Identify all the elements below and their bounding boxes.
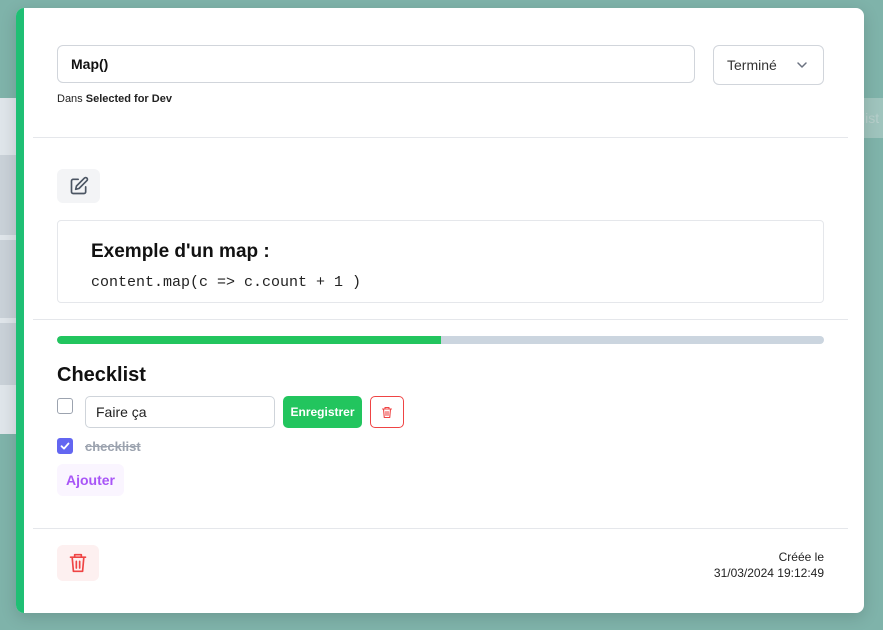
checklist-progress-bar bbox=[57, 336, 824, 344]
created-timestamp: 31/03/2024 19:12:49 bbox=[713, 566, 824, 580]
description-heading: Exemple d'un map : bbox=[91, 241, 270, 262]
modal-accent-bar bbox=[16, 8, 24, 613]
checklist-item-checkbox[interactable] bbox=[57, 398, 73, 414]
add-checklist-item-button[interactable]: Ajouter bbox=[57, 464, 124, 496]
edit-description-button[interactable] bbox=[57, 169, 100, 203]
trash-icon bbox=[381, 406, 393, 418]
description-code: content.map(c => c.count + 1 ) bbox=[91, 274, 362, 291]
status-select[interactable]: Terminé bbox=[713, 45, 824, 85]
checklist-item-label[interactable]: checklist bbox=[85, 439, 141, 454]
description-box: Exemple d'un map : content.map(c => c.co… bbox=[57, 220, 824, 303]
checkmark-icon bbox=[60, 442, 70, 450]
background-list-title: list bbox=[862, 110, 880, 126]
created-info: Créée le 31/03/2024 19:12:49 bbox=[714, 549, 824, 581]
divider bbox=[33, 319, 848, 320]
created-label: Créée le bbox=[778, 550, 824, 564]
edit-icon bbox=[70, 176, 88, 195]
checklist-item-checkbox-checked[interactable] bbox=[57, 438, 73, 454]
save-item-button[interactable]: Enregistrer bbox=[283, 396, 362, 428]
chevron-down-icon bbox=[797, 62, 807, 68]
status-value: Terminé bbox=[727, 57, 777, 73]
card-detail-modal: Terminé Dans Selected for Dev Exemple d'… bbox=[16, 8, 864, 613]
list-name: Selected for Dev bbox=[85, 93, 172, 105]
checklist-progress-fill bbox=[57, 336, 441, 344]
checklist-item-input[interactable] bbox=[85, 396, 275, 428]
card-title-input[interactable] bbox=[57, 45, 695, 83]
delete-card-button[interactable] bbox=[57, 545, 99, 581]
divider bbox=[33, 137, 848, 138]
list-context: Dans Selected for Dev bbox=[57, 93, 172, 105]
divider bbox=[33, 528, 848, 529]
trash-icon bbox=[69, 553, 87, 573]
delete-item-button[interactable] bbox=[370, 396, 404, 428]
checklist-title: Checklist bbox=[57, 364, 146, 386]
list-prefix: Dans bbox=[57, 93, 83, 105]
